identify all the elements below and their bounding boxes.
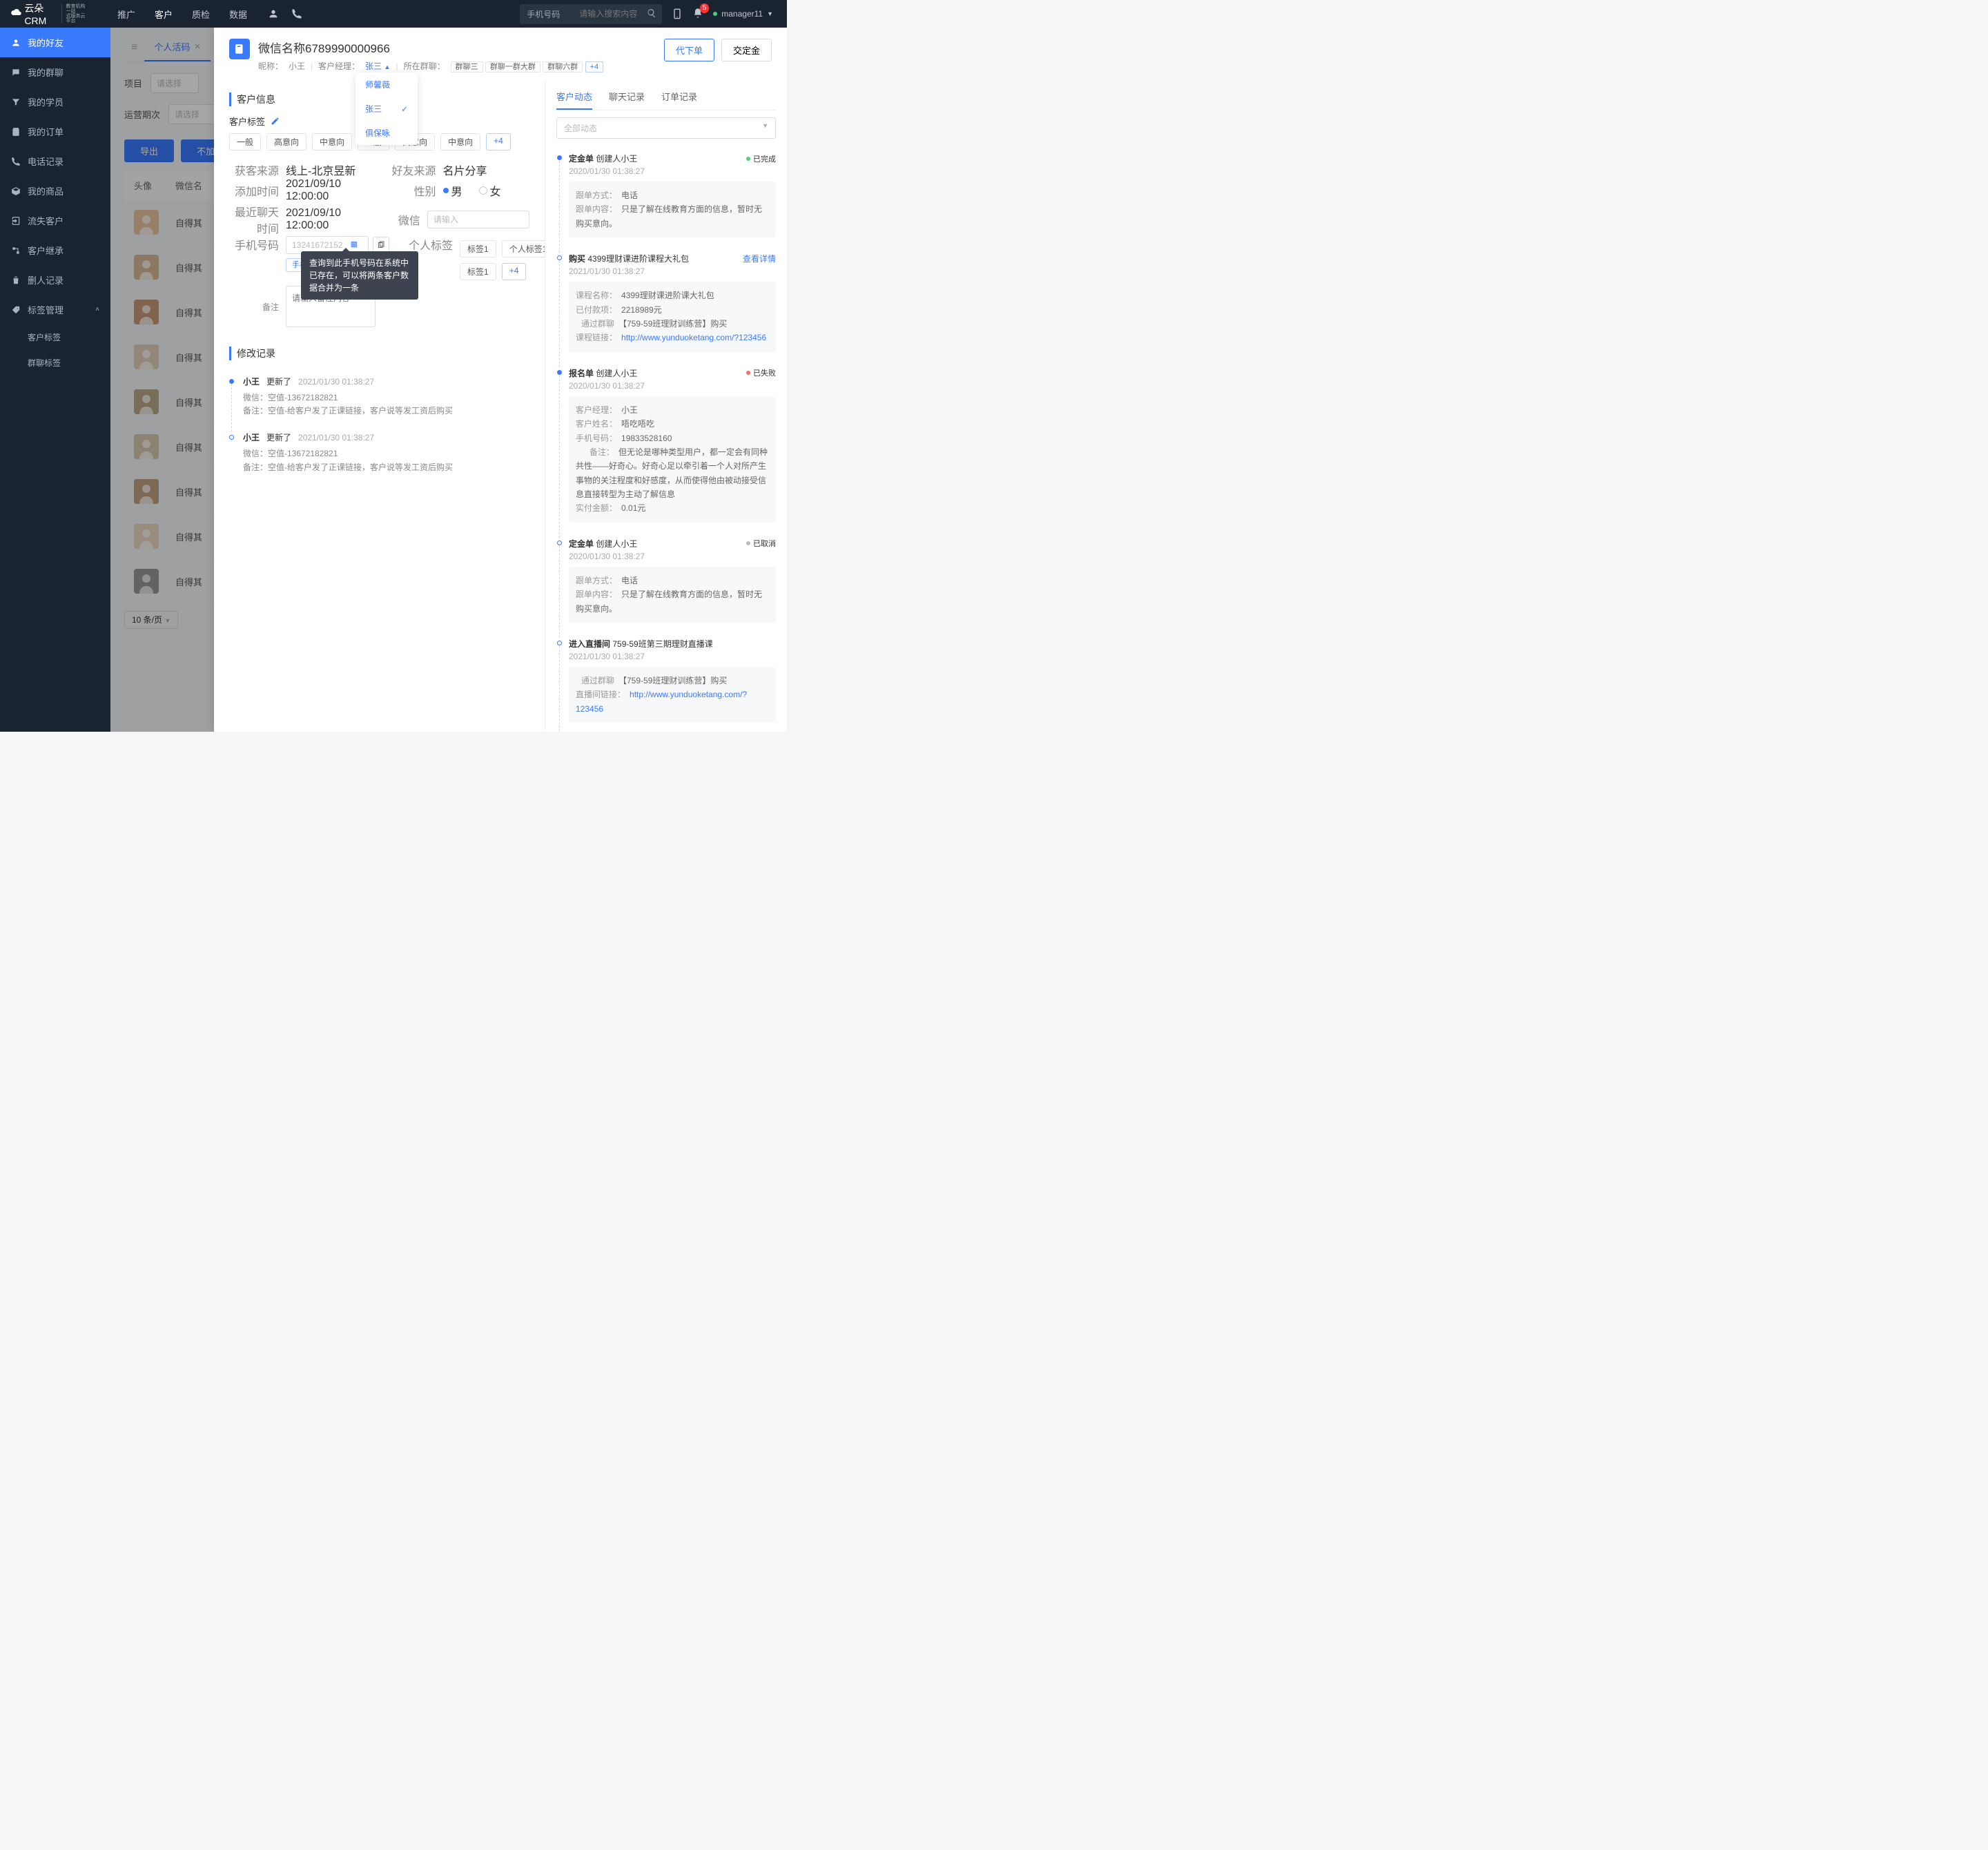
customer-tag: 中意向 xyxy=(312,133,352,150)
drawer-title: 微信名称6789990000966 xyxy=(258,39,656,56)
timeline-item: 报名单 创建人小王已失败2020/01/30 01:38:27客户经理：小王客户… xyxy=(569,362,776,532)
person-icon[interactable] xyxy=(268,8,279,19)
sidebar-item-7[interactable]: 客户继承 xyxy=(0,235,110,265)
group-tag: 群聊三 xyxy=(451,61,483,72)
personal-tag: 个人标签12 xyxy=(502,240,545,257)
search-icon xyxy=(647,8,656,18)
qr-icon[interactable]: ▦ xyxy=(351,240,358,249)
sidebar-item-4[interactable]: 电话记录 xyxy=(0,146,110,176)
tag-more[interactable]: +4 xyxy=(486,133,511,150)
activity-tab[interactable]: 订单记录 xyxy=(661,84,697,110)
log-item: 小王更新了2021/01/30 01:38:27微信：空值-1367218282… xyxy=(229,369,529,425)
sidebar-item-5[interactable]: 我的商品 xyxy=(0,176,110,206)
customer-tag: 中意向 xyxy=(440,133,480,150)
group-tag: 群聊一群大群 xyxy=(485,61,540,72)
user-menu[interactable]: manager11▼ xyxy=(713,9,773,19)
sidebar-sub[interactable]: 群聊标签 xyxy=(0,350,110,376)
timeline-item: 定金单 创建人小王已取消2020/01/30 01:38:27跟单方式：电话跟单… xyxy=(569,532,776,632)
ptag-more[interactable]: +4 xyxy=(502,263,527,280)
personal-tag: 标签1 xyxy=(460,240,496,257)
group-more[interactable]: +4 xyxy=(585,61,604,72)
logo: 云朵CRM 教育机构一站式服务云平台 xyxy=(0,1,90,26)
customer-tag: 高意向 xyxy=(266,133,306,150)
activity-filter[interactable]: 全部动态▼ xyxy=(556,117,776,139)
sidebar-item-9[interactable]: 标签管理˄ xyxy=(0,295,110,324)
manager-dropdown-trigger[interactable]: 张三 ▲ 师馨薇张三✓俱保咏 xyxy=(365,60,390,72)
sidebar-item-8[interactable]: 删人记录 xyxy=(0,265,110,295)
group-tag: 群聊六群 xyxy=(543,61,583,72)
timeline-item: 定金单 创建人小王已完成2020/01/30 01:38:27跟单方式：电话跟单… xyxy=(569,147,776,247)
log-item: 小王更新了2021/01/30 01:38:27微信：空值-1367218282… xyxy=(229,425,529,480)
customer-tag: 一般 xyxy=(229,133,261,150)
topbar: 云朵CRM 教育机构一站式服务云平台 推广客户质检数据 手机号码 5 manag… xyxy=(0,0,787,28)
sidebar-item-2[interactable]: 我的学员 xyxy=(0,87,110,117)
sidebar-item-6[interactable]: 流失客户 xyxy=(0,206,110,235)
nav-客户[interactable]: 客户 xyxy=(155,1,173,28)
activity-tab[interactable]: 客户动态 xyxy=(556,84,592,110)
dropdown-option[interactable]: 师馨薇 xyxy=(355,72,418,97)
activity-tab[interactable]: 聊天记录 xyxy=(609,84,645,110)
wechat-input[interactable] xyxy=(427,211,529,228)
proxy-order-button[interactable]: 代下单 xyxy=(664,39,714,61)
link[interactable]: http://www.yunduoketang.com/?123456 xyxy=(621,333,766,342)
dropdown-option[interactable]: 俱保咏 xyxy=(355,121,418,145)
personal-tag: 标签1 xyxy=(460,263,496,280)
timeline-item: 进入直播间 759-59班第三期理财直播课2021/01/30 01:38:27… xyxy=(569,632,776,732)
dropdown-option[interactable]: 张三✓ xyxy=(355,97,418,121)
timeline-item: 购买 4399理财课进阶课程大礼包查看详情2021/01/30 01:38:27… xyxy=(569,247,776,362)
gender-female-radio[interactable]: 女 xyxy=(479,182,501,199)
nav-推广[interactable]: 推广 xyxy=(117,1,135,28)
deposit-button[interactable]: 交定金 xyxy=(721,39,772,61)
nav-质检[interactable]: 质检 xyxy=(192,1,210,28)
bell-icon[interactable]: 5 xyxy=(692,8,703,21)
nav-数据[interactable]: 数据 xyxy=(229,1,247,28)
customer-drawer: 微信名称6789990000966 昵称：小王 | 客户经理： 张三 ▲ 师馨薇… xyxy=(214,28,787,732)
sidebar: 我的好友我的群聊我的学员我的订单电话记录我的商品流失客户客户继承删人记录标签管理… xyxy=(0,28,110,732)
mobile-icon[interactable] xyxy=(672,8,683,19)
view-detail-link[interactable]: 查看详情 xyxy=(743,253,776,264)
search[interactable]: 手机号码 xyxy=(520,4,662,24)
phone-tooltip: 查询到此手机号码在系统中已存在，可以将两条客户数据合并为一条 xyxy=(301,251,418,300)
sidebar-item-1[interactable]: 我的群聊 xyxy=(0,57,110,87)
wechat-icon xyxy=(229,39,250,59)
phone-icon[interactable] xyxy=(291,8,302,19)
sidebar-item-0[interactable]: 我的好友 xyxy=(0,28,110,57)
sidebar-item-3[interactable]: 我的订单 xyxy=(0,117,110,146)
sidebar-sub[interactable]: 客户标签 xyxy=(0,324,110,350)
gender-male-radio[interactable]: 男 xyxy=(443,182,462,199)
edit-icon[interactable] xyxy=(271,117,280,126)
